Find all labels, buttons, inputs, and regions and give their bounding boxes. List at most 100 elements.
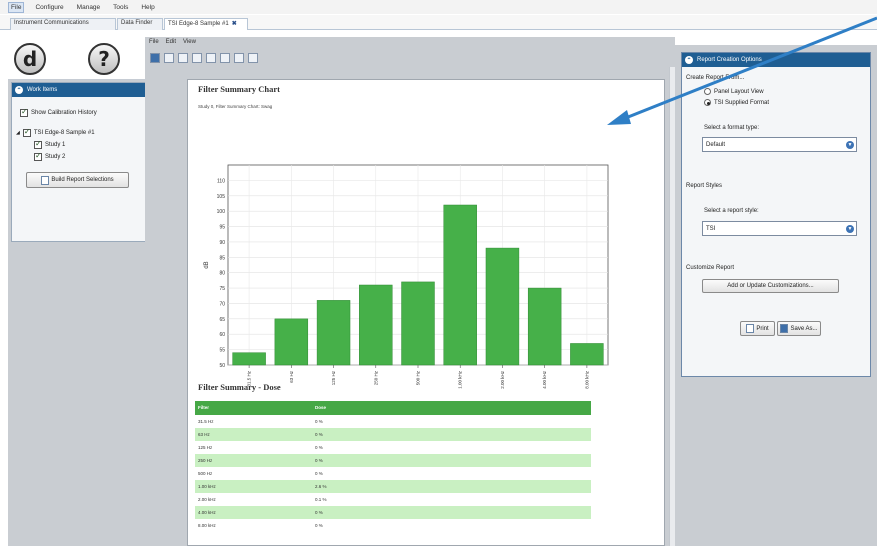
bar xyxy=(485,247,520,366)
bar xyxy=(232,352,266,366)
menu-bar: File Configure Manage Tools Help xyxy=(0,0,877,14)
tab-label: Data Finder xyxy=(121,20,153,26)
x-tick-label: 8.00 kHz xyxy=(584,370,589,389)
table-row: 125 Hz 0 % xyxy=(195,441,591,454)
table-cell-filter: 2.00 kHz xyxy=(198,497,216,502)
build-button-label: Build Report Selections xyxy=(51,177,114,183)
y-tick-label: 65 xyxy=(219,317,225,323)
help-icon[interactable]: ? xyxy=(88,43,120,75)
table-cell-dose: 0 % xyxy=(315,445,323,450)
close-tab-icon[interactable]: ✖ xyxy=(232,21,237,27)
radio-icon[interactable] xyxy=(704,88,711,95)
radio-selected-icon[interactable] xyxy=(704,99,711,106)
work-items-panel: ⌃ Work Items Show Calibration History ◢ … xyxy=(11,82,147,242)
save-as-button-label: Save As... xyxy=(790,325,818,332)
report-page: Filter Summary Chart Study 0, Filter Sum… xyxy=(187,79,665,546)
show-calibration-history-checkbox[interactable]: Show Calibration History xyxy=(20,107,97,117)
viewer-menu-edit[interactable]: Edit xyxy=(166,39,176,45)
checkbox-icon[interactable] xyxy=(22,127,31,137)
customize-button-label: Add or Update Customizations... xyxy=(727,283,814,289)
checkbox-icon[interactable] xyxy=(34,139,42,149)
study-2-label: Study 2 xyxy=(45,154,66,160)
create-report-label: Create Report From... xyxy=(686,75,745,81)
menu-configure[interactable]: Configure xyxy=(33,3,65,12)
table-header-row: Filter Dose xyxy=(195,401,591,415)
panel-layout-radio[interactable]: Panel Layout View xyxy=(704,88,764,95)
left-icon-bar: d ? xyxy=(8,37,151,80)
y-tick-label: 100 xyxy=(217,209,226,215)
x-tick-label: 500 Hz xyxy=(416,370,421,385)
bar xyxy=(443,204,477,366)
table-row: 31.5 Hz 0 % xyxy=(195,415,591,428)
table-row: 63 Hz 0 % xyxy=(195,428,591,441)
zoom-out-icon[interactable] xyxy=(192,53,202,63)
tree-item-sample[interactable]: ◢ TSI Edge-8 Sample #1 xyxy=(16,127,95,137)
tree-expand-icon[interactable]: ◢ xyxy=(16,130,20,136)
table-cell-dose: 0 % xyxy=(315,523,323,528)
table-cell-filter: 500 Hz xyxy=(198,471,213,476)
table-cell-dose: 0 % xyxy=(315,510,323,515)
menu-file[interactable]: File xyxy=(8,1,25,13)
radio2-label: TSI Supplied Format xyxy=(714,99,770,106)
report-style-select[interactable]: TSI ▼ xyxy=(702,221,857,236)
tree-item-study-1[interactable]: Study 1 xyxy=(34,139,65,149)
bar xyxy=(316,300,351,366)
tab-instrument-communications[interactable]: Instrument Communications xyxy=(10,18,116,30)
build-report-selections-button[interactable]: Build Report Selections xyxy=(26,172,129,188)
tab-label: TSI Edge-8 Sample #1 xyxy=(168,21,229,27)
table-cell-filter: 125 Hz xyxy=(198,445,213,450)
y-tick-label: 85 xyxy=(219,255,225,261)
page-fit-icon[interactable] xyxy=(234,53,244,63)
show-calibration-label: Show Calibration History xyxy=(31,110,97,116)
report-creation-options-panel: ⌃ Report Creation Options Create Report … xyxy=(681,52,871,377)
table-cell-dose: 0 % xyxy=(315,432,323,437)
save-as-button[interactable]: Save As... xyxy=(777,321,821,336)
page-width-icon[interactable] xyxy=(248,53,258,63)
table-cell-dose: 2.6 % xyxy=(315,484,327,489)
x-tick-label: 1.00 kHz xyxy=(458,370,463,389)
table-row: 8.00 kHz 0 % xyxy=(195,519,591,532)
print-button[interactable]: Print xyxy=(740,321,775,336)
menu-help[interactable]: Help xyxy=(139,3,156,12)
customize-report-heading: Customize Report xyxy=(686,265,735,271)
format-type-value: Default xyxy=(706,142,726,148)
report-styles-heading: Report Styles xyxy=(686,183,723,189)
save-icon[interactable] xyxy=(150,53,160,63)
zoom-in-icon[interactable] xyxy=(178,53,188,63)
work-items-header[interactable]: ⌃ Work Items xyxy=(12,83,146,97)
table-cell-dose: 0 % xyxy=(315,419,323,424)
collapse-icon[interactable]: ⌃ xyxy=(15,86,23,94)
checkbox-icon[interactable] xyxy=(20,107,28,117)
viewer-menu-file[interactable]: File xyxy=(149,39,159,45)
viewer-menu-view[interactable]: View xyxy=(183,39,196,45)
page-single-icon[interactable] xyxy=(206,53,216,63)
table-cell-dose: 0.1 % xyxy=(315,497,327,502)
chevron-down-icon[interactable]: ▼ xyxy=(846,225,854,233)
table-cell-filter: 63 Hz xyxy=(198,432,210,437)
table-cell-filter: 1.00 kHz xyxy=(198,484,216,489)
x-tick-label: 4.00 kHz xyxy=(542,370,547,389)
report-viewer: File Edit View Filter Summary Chart Stud… xyxy=(145,37,675,546)
add-update-customizations-button[interactable]: Add or Update Customizations... xyxy=(702,279,839,293)
menu-tools[interactable]: Tools xyxy=(111,3,130,12)
chart-title: Filter Summary Chart xyxy=(198,84,280,94)
tab-tsi-edge-sample[interactable]: TSI Edge-8 Sample #1 ✖ xyxy=(164,18,248,30)
tree-item-study-2[interactable]: Study 2 xyxy=(34,151,66,161)
work-items-title: Work Items xyxy=(27,87,58,93)
tab-data-finder[interactable]: Data Finder xyxy=(117,18,163,30)
viewer-menu: File Edit View xyxy=(149,39,196,45)
tsi-format-radio[interactable]: TSI Supplied Format xyxy=(704,99,769,106)
report-creation-options-header[interactable]: ⌃ Report Creation Options xyxy=(682,53,870,67)
table-header-dose: Dose xyxy=(315,405,327,410)
format-type-select[interactable]: Default ▼ xyxy=(702,137,857,152)
report-doc-icon xyxy=(41,175,50,185)
menu-manage[interactable]: Manage xyxy=(75,3,103,12)
bar xyxy=(570,343,604,366)
print-icon[interactable] xyxy=(164,53,174,63)
d-logo-icon[interactable]: d xyxy=(14,43,46,75)
document-tab-bar: Instrument Communications Data Finder TS… xyxy=(0,15,877,30)
collapse-icon[interactable]: ⌃ xyxy=(685,56,693,64)
page-double-icon[interactable] xyxy=(220,53,230,63)
checkbox-icon[interactable] xyxy=(34,151,42,161)
chevron-down-icon[interactable]: ▼ xyxy=(846,141,854,149)
